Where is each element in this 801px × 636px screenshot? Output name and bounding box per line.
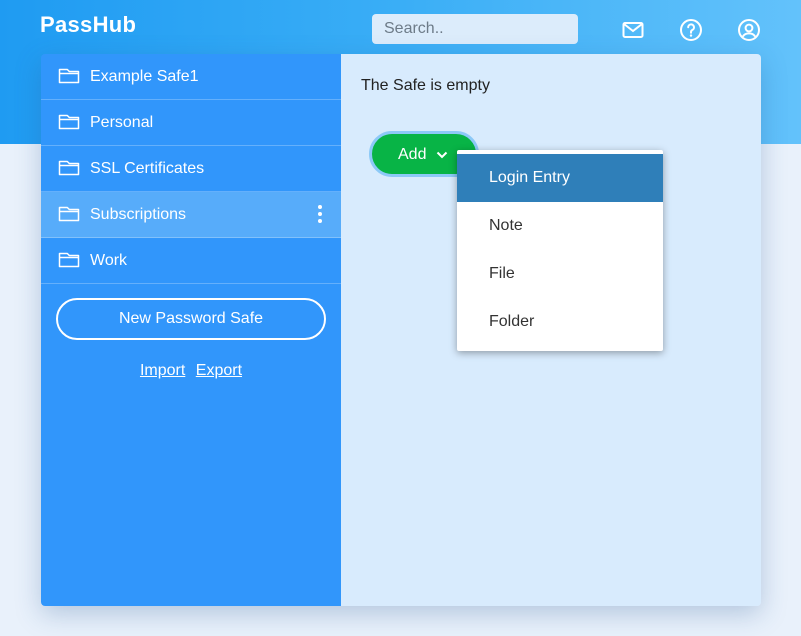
safe-label: Subscriptions bbox=[90, 205, 187, 223]
search-input[interactable] bbox=[372, 14, 578, 44]
safe-label: Example Safe1 bbox=[90, 67, 199, 85]
folder-icon bbox=[58, 114, 80, 130]
passhub-logo[interactable]: PassHub bbox=[40, 12, 136, 38]
menu-item[interactable]: Login Entry bbox=[457, 154, 663, 202]
account-icon[interactable] bbox=[737, 18, 761, 42]
chevron-down-icon bbox=[436, 151, 448, 159]
safe-label: Work bbox=[90, 251, 128, 269]
help-icon[interactable] bbox=[679, 18, 703, 42]
folder-icon bbox=[58, 252, 80, 268]
sidebar-item-safe[interactable]: Example Safe1 bbox=[41, 54, 341, 100]
safe-label: Personal bbox=[90, 113, 154, 131]
safe-label: SSL Certificates bbox=[90, 159, 205, 177]
menu-item[interactable]: Note bbox=[457, 202, 663, 250]
sidebar-item-safe[interactable]: Work bbox=[41, 238, 341, 284]
import-link[interactable]: Import bbox=[140, 362, 185, 379]
sidebar: Example Safe1 Personal SSL Certificates Sub… bbox=[41, 54, 341, 606]
sidebar-item-safe[interactable]: Subscriptions bbox=[41, 192, 341, 238]
export-link[interactable]: Export bbox=[196, 362, 242, 379]
add-dropdown-menu: Login Entry Note File Folder bbox=[457, 150, 663, 351]
folder-icon bbox=[58, 68, 80, 84]
folder-icon bbox=[58, 160, 80, 176]
main-panel: The Safe is empty Add Login Entry Note Fil… bbox=[341, 54, 761, 606]
more-options-icon[interactable] bbox=[315, 204, 325, 224]
new-password-safe-button[interactable]: New Password Safe bbox=[56, 298, 326, 340]
folder-icon bbox=[58, 206, 80, 222]
menu-item[interactable]: Folder bbox=[457, 298, 663, 346]
safe-list: Example Safe1 Personal SSL Certificates Sub… bbox=[41, 54, 341, 284]
empty-safe-message: The Safe is empty bbox=[361, 77, 490, 94]
safe-panel: Example Safe1 Personal SSL Certificates Sub… bbox=[41, 54, 761, 606]
add-button-label: Add bbox=[398, 146, 427, 163]
sidebar-item-safe[interactable]: Personal bbox=[41, 100, 341, 146]
mail-icon[interactable] bbox=[621, 18, 645, 42]
menu-item[interactable]: File bbox=[457, 250, 663, 298]
import-export-links: Import Export bbox=[41, 362, 341, 380]
sidebar-item-safe[interactable]: SSL Certificates bbox=[41, 146, 341, 192]
